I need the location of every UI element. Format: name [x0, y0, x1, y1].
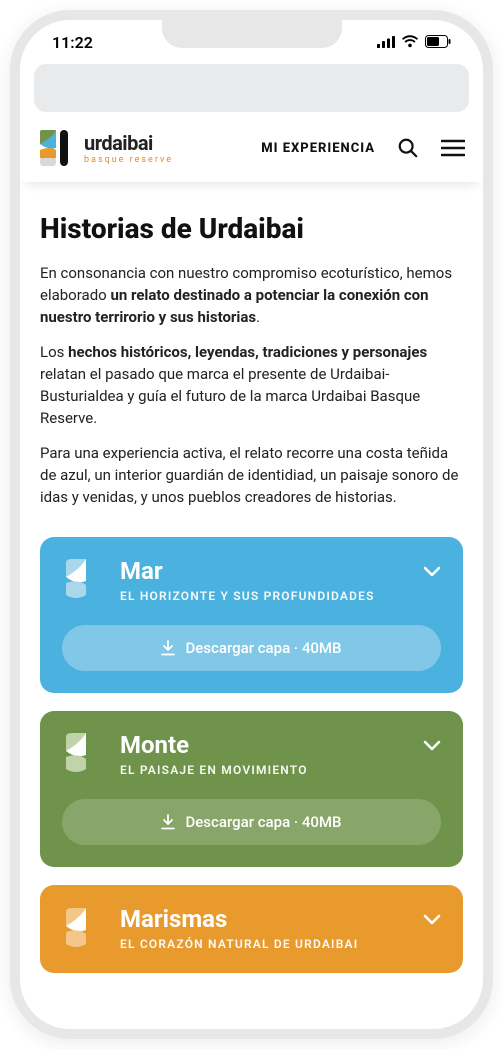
card-list: Mar EL HORIZONTE Y SUS PROFUNDIDADES Des… [20, 523, 483, 973]
intro-paragraph-2: Los hechos históricos, leyendas, tradici… [40, 342, 463, 429]
nav-mi-experiencia[interactable]: MI EXPERIENCIA [261, 141, 375, 156]
card-marismas[interactable]: Marismas EL CORAZÓN NATURAL DE URDAIBAI [40, 885, 463, 973]
intro-paragraph-3: Para una experiencia activa, el relato r… [40, 443, 463, 508]
card-monte-subtitle: EL PAISAJE EN MOVIMIENTO [120, 763, 441, 777]
status-time: 11:22 [52, 33, 93, 52]
mar-icon [62, 557, 104, 601]
card-marismas-title: Marismas [120, 905, 441, 933]
status-indicators [377, 33, 451, 52]
chevron-down-icon[interactable] [423, 563, 441, 582]
download-mar-label: Descargar capa · 40MB [185, 639, 341, 657]
search-icon[interactable] [397, 137, 419, 159]
monte-icon [62, 731, 104, 775]
phone-frame: 11:22 [10, 10, 493, 1039]
logo-icon [38, 128, 76, 168]
menu-icon[interactable] [441, 139, 465, 157]
chevron-down-icon[interactable] [423, 911, 441, 930]
status-bar: 11:22 [20, 20, 483, 64]
card-monte[interactable]: Monte EL PAISAJE EN MOVIMIENTO Descargar… [40, 711, 463, 867]
intro-paragraph-1: En consonancia con nuestro compromiso ec… [40, 263, 463, 328]
card-marismas-subtitle: EL CORAZÓN NATURAL DE URDAIBAI [120, 937, 441, 951]
download-monte-button[interactable]: Descargar capa · 40MB [62, 799, 441, 845]
brand-name: urdaibai [84, 131, 173, 155]
card-mar[interactable]: Mar EL HORIZONTE Y SUS PROFUNDIDADES Des… [40, 537, 463, 693]
marismas-icon [62, 906, 104, 950]
notch [162, 18, 342, 48]
download-icon [161, 814, 175, 830]
signal-icon [377, 33, 395, 52]
download-mar-button[interactable]: Descargar capa · 40MB [62, 625, 441, 671]
card-mar-title: Mar [120, 557, 441, 585]
logo[interactable]: urdaibai basque reserve [38, 128, 173, 168]
logo-text: urdaibai basque reserve [84, 131, 173, 165]
main-content: Historias de Urdaibai En consonancia con… [20, 182, 483, 509]
brand-tagline: basque reserve [84, 155, 173, 165]
download-monte-label: Descargar capa · 40MB [185, 813, 341, 831]
page-title: Historias de Urdaibai [40, 212, 463, 245]
chevron-down-icon[interactable] [423, 737, 441, 756]
wifi-icon [401, 33, 419, 52]
download-icon [161, 640, 175, 656]
browser-address-bar[interactable] [34, 64, 469, 112]
site-header: urdaibai basque reserve MI EXPERIENCIA [20, 118, 483, 182]
battery-icon [425, 33, 451, 52]
card-mar-subtitle: EL HORIZONTE Y SUS PROFUNDIDADES [120, 589, 441, 603]
card-monte-title: Monte [120, 731, 441, 759]
